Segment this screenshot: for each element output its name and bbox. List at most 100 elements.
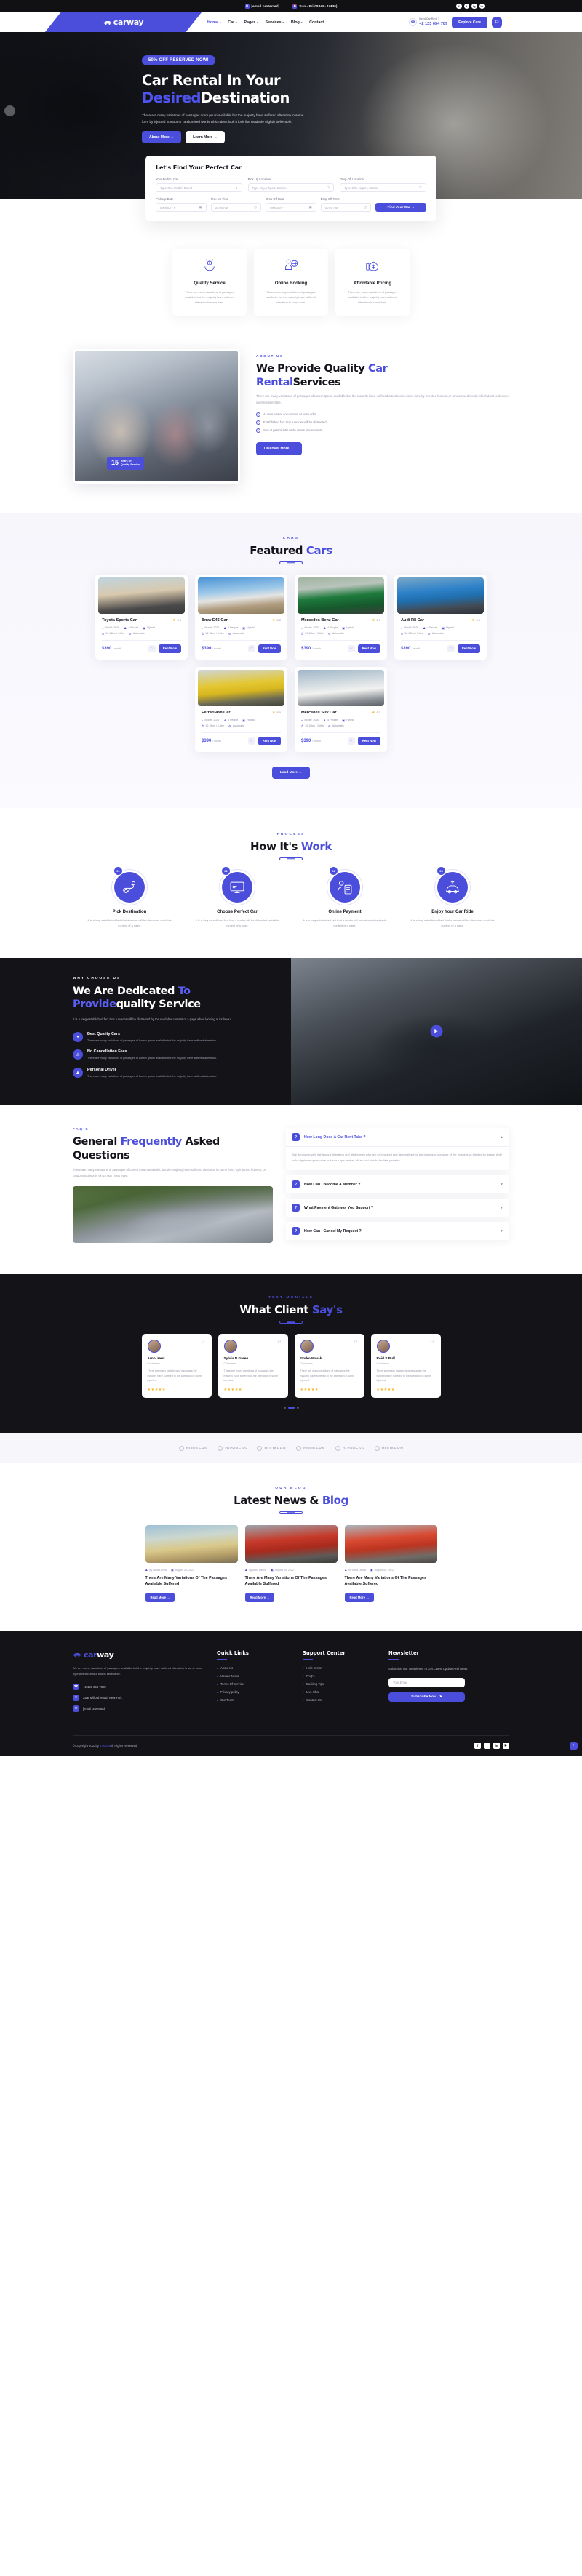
footer-support-column: Support Center ▸ Help Center ▸ FAQ's ▸ Book…	[303, 1650, 375, 1716]
user-icon[interactable]: ☊	[492, 17, 502, 28]
read-more-button[interactable]: Read More →	[145, 1592, 175, 1602]
facebook-icon[interactable]: f	[456, 3, 462, 9]
faq-item-header[interactable]: ? How Can I Become A Member ? ▼	[286, 1175, 509, 1193]
footer-logo[interactable]: carway	[73, 1650, 204, 1660]
play-button[interactable]: ▶	[430, 1025, 443, 1038]
load-more-button[interactable]: Load More →	[271, 766, 311, 779]
about-more-button[interactable]: About More →	[142, 131, 182, 144]
support-link-item[interactable]: ▸ Booking Tips	[303, 1682, 375, 1686]
linkedin-icon[interactable]: in	[493, 1742, 500, 1749]
carousel-dots[interactable]	[0, 1407, 582, 1409]
rent-now-button[interactable]: Rent Now	[158, 644, 181, 653]
favorite-icon[interactable]: ♡	[347, 644, 355, 652]
logo[interactable]: carway	[103, 17, 144, 27]
support-link-item[interactable]: ▸ Contact Us	[303, 1698, 375, 1702]
copyright-link[interactable]: 17sucai	[100, 1744, 110, 1748]
arrow-right-icon: ▸	[217, 1674, 219, 1679]
explore-cars-button[interactable]: Explore Cars	[452, 16, 487, 28]
service-card-pricing[interactable]: Affordable Pricing There are many variat…	[335, 249, 410, 316]
car-card[interactable]: Mercedes Benz Car ★ 5.0 ◐ Model: 2020 ♟ 4 P…	[295, 574, 387, 660]
read-more-button[interactable]: Read More →	[344, 1592, 375, 1602]
rent-now-button[interactable]: Rent Now	[357, 644, 380, 653]
faq-item[interactable]: ? How Long Does A Car Rent Take ? ▲ We d…	[286, 1128, 509, 1171]
subscribe-button[interactable]: Subscribe Now ➤	[388, 1692, 465, 1703]
blog-card[interactable]: ♟ By Alina Deora ▣ August 30, 2022 There A…	[145, 1525, 238, 1602]
favorite-icon[interactable]: ♡	[148, 644, 156, 652]
step-title: Pick Destination	[112, 909, 147, 914]
nav-item-blog[interactable]: Blog ▾	[291, 20, 302, 25]
car-card[interactable]: Bmw E46 Car ★ 5.0 ◐ Model: 2020 ♟ 4 People …	[195, 574, 287, 660]
newsletter-email-input[interactable]: Your Email	[388, 1678, 465, 1688]
service-card-booking[interactable]: Online Booking There are many variations…	[254, 249, 328, 316]
dot[interactable]	[296, 1407, 299, 1409]
chevron-down-icon[interactable]: ▼	[500, 1183, 503, 1187]
youtube-icon[interactable]: ▶	[503, 1742, 509, 1749]
blog-card[interactable]: ♟ By Alina Deora ▣ August 30, 2022 There A…	[344, 1525, 437, 1602]
rent-now-button[interactable]: Rent Now	[258, 736, 281, 745]
instagram-icon[interactable]: ig	[471, 3, 477, 9]
experience-badge: 15 Years Of Quality Service	[107, 456, 144, 470]
search-input-dropoff-date[interactable]: MM/DD/YY ▣	[266, 203, 316, 212]
service-card-quality[interactable]: Quality Service There are many variation…	[172, 249, 247, 316]
nav-item-services[interactable]: Services ▾	[265, 20, 283, 25]
rent-now-button[interactable]: Rent Now	[258, 644, 281, 653]
car-card[interactable]: Mercedes Suv Car ★ 5.0 ◐ Model: 2020 ♟ 4 Pe…	[295, 666, 387, 752]
search-input-pickup-date[interactable]: MM/DD/YY ▣	[156, 203, 207, 212]
quick-link-item[interactable]: ▸ Terms Of Service	[217, 1682, 290, 1686]
quick-link-item[interactable]: ▸ About Us	[217, 1666, 290, 1670]
support-link-item[interactable]: ▸ Live Chat	[303, 1690, 375, 1694]
carousel-prev-button[interactable]: ←	[4, 105, 15, 116]
faq-item[interactable]: ? How Can I Become A Member ? ▼	[286, 1175, 509, 1194]
favorite-icon[interactable]: ♡	[247, 737, 255, 745]
call-box[interactable]: ☎ Need Car Rent ? +2 123 654 789	[409, 17, 447, 26]
testimonial-text: There are many variations of passages th…	[300, 1369, 355, 1383]
linkedin-icon[interactable]: in	[479, 3, 485, 9]
back-to-top-button[interactable]: ↑	[570, 1741, 578, 1750]
favorite-icon[interactable]: ♡	[347, 737, 355, 745]
twitter-icon[interactable]: t	[463, 3, 469, 9]
dot[interactable]	[283, 1407, 286, 1409]
quick-link-item[interactable]: ▸ Update News	[217, 1674, 290, 1678]
faq-item-header[interactable]: ? How Long Does A Car Rent Take ? ▲	[286, 1128, 509, 1146]
quick-link-item[interactable]: ▸ Privacy policy	[217, 1690, 290, 1694]
chevron-up-icon[interactable]: ▲	[500, 1135, 503, 1140]
support-link-item[interactable]: ▸ Help Center	[303, 1666, 375, 1670]
discover-more-button[interactable]: Discover More →	[256, 441, 302, 455]
search-input-car[interactable]: Type Car, Model, Brand ●	[156, 183, 242, 192]
nav-item-car[interactable]: Car ▾	[228, 20, 236, 25]
testimonial-card: ” Arnol Hesi Customers There are many va…	[141, 1334, 212, 1398]
favorite-icon[interactable]: ♡	[247, 644, 255, 652]
twitter-icon[interactable]: t	[484, 1742, 490, 1749]
faq-item[interactable]: ? What Payment Gateway You Support ? ▼	[286, 1199, 509, 1217]
car-card[interactable]: Audi R8 Car ★ 5.0 ◐ Model: 2020 ♟ 4 People …	[394, 574, 487, 660]
support-link-item[interactable]: ▸ FAQ's	[303, 1674, 375, 1678]
read-more-button[interactable]: Read More →	[244, 1592, 275, 1602]
favorite-icon[interactable]: ♡	[447, 644, 455, 652]
blog-card[interactable]: ♟ By Alina Deora ▣ August 30, 2022 There A…	[244, 1525, 338, 1602]
search-input-pickup-time[interactable]: 00:00 AM ◴	[210, 203, 262, 212]
faq-item-header[interactable]: ? What Payment Gateway You Support ? ▼	[286, 1199, 509, 1217]
footer-email[interactable]: ✉ [email protected]	[73, 1705, 204, 1712]
search-input-pickup-location[interactable]: Type City, Airport, Station ☉	[247, 183, 335, 192]
nav-item-home[interactable]: Home ▾	[207, 20, 220, 25]
topbar-email[interactable]: ✉ [email protected]	[244, 4, 280, 9]
find-your-car-button[interactable]: Find Your Car →	[375, 203, 426, 212]
nav-item-contact[interactable]: Contact	[309, 20, 324, 25]
logo-container[interactable]: carway	[45, 12, 202, 32]
nav-item-pages[interactable]: Pages ▾	[244, 20, 258, 25]
search-input-dropoff-location[interactable]: Type City, Airport, Station ☉	[340, 183, 427, 192]
search-input-dropoff-time[interactable]: 00:00 AM ◴	[320, 203, 372, 212]
facebook-icon[interactable]: f	[474, 1742, 481, 1749]
rent-now-button[interactable]: Rent Now	[457, 644, 480, 653]
faq-item-header[interactable]: ? How Can I Cancel My Request ? ▼	[286, 1222, 509, 1240]
chevron-down-icon[interactable]: ▼	[500, 1206, 503, 1210]
chevron-down-icon[interactable]: ▼	[500, 1229, 503, 1233]
quick-link-item[interactable]: ▸ Our Team	[217, 1698, 290, 1702]
car-card[interactable]: Toyota Sports Car ★ 5.0 ◐ Model: 2020 ♟ 4 P…	[95, 574, 188, 660]
footer-phone[interactable]: ☎ +2 123 654 7898	[73, 1683, 204, 1690]
rent-now-button[interactable]: Rent Now	[357, 736, 380, 745]
faq-item[interactable]: ? How Can I Cancel My Request ? ▼	[286, 1222, 509, 1241]
dot-active[interactable]	[287, 1407, 295, 1409]
car-card[interactable]: Ferrari 458 Car ★ 5.0 ◐ Model: 2020 ♟ 4 Peo…	[195, 666, 287, 752]
learn-more-button[interactable]: Learn More →	[186, 131, 225, 144]
